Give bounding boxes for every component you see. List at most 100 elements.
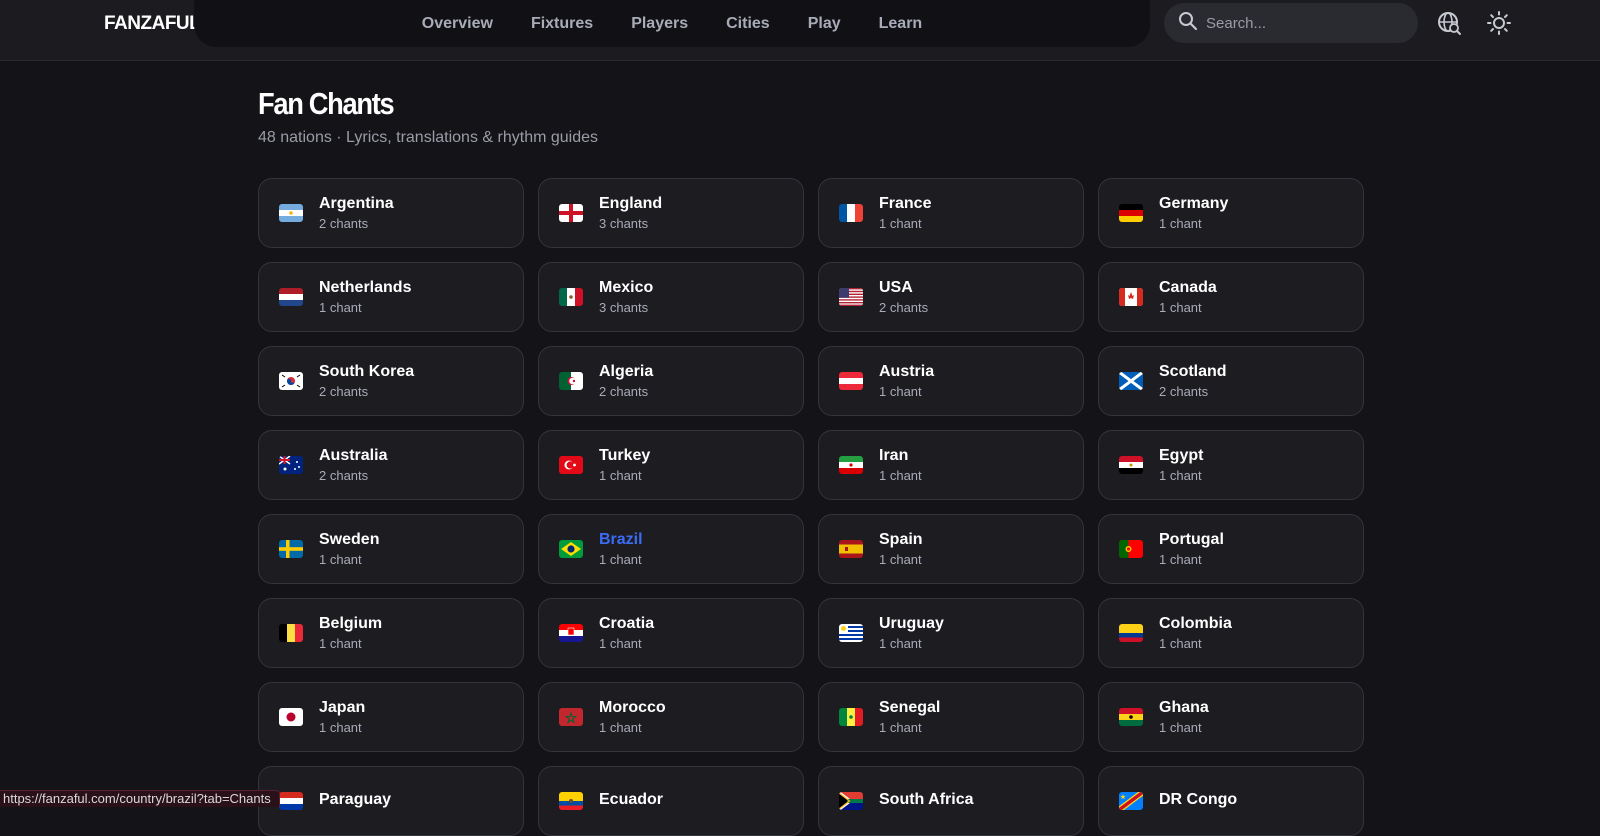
chant-count: 1 chant xyxy=(319,636,362,651)
country-card-text: Canada 1 chant xyxy=(1159,278,1217,316)
country-card-australia[interactable]: Australia 2 chants xyxy=(258,430,524,500)
country-card-text: Morocco 1 chant xyxy=(599,698,666,736)
country-card-text: Sweden 1 chant xyxy=(319,530,379,568)
australia-flag-icon xyxy=(279,456,303,474)
paraguay-flag-icon xyxy=(279,792,303,810)
page-subtitle: 48 nations · Lyrics, translations & rhyt… xyxy=(258,129,599,146)
country-card-austria[interactable]: Austria 1 chant xyxy=(818,346,1084,416)
country-card-morocco[interactable]: Morocco 1 chant xyxy=(538,682,804,752)
chant-count: 1 chant xyxy=(1159,720,1202,735)
netherlands-flag-icon xyxy=(279,288,303,306)
country-card-belgium[interactable]: Belgium 1 chant xyxy=(258,598,524,668)
chant-count: 1 chant xyxy=(1159,300,1202,315)
top-bar: FANZAFUL Overview Fixtures Players Citie… xyxy=(0,0,1600,61)
country-card-text: Argentina 2 chants xyxy=(319,194,394,232)
country-card-canada[interactable]: Canada 1 chant xyxy=(1098,262,1364,332)
country-card-text: Scotland 2 chants xyxy=(1159,362,1227,400)
country-card-text: Colombia 1 chant xyxy=(1159,614,1232,652)
country-name: Austria xyxy=(879,363,935,380)
country-card-paraguay[interactable]: Paraguay xyxy=(258,766,524,836)
country-card-scotland[interactable]: Scotland 2 chants xyxy=(1098,346,1364,416)
search-box[interactable] xyxy=(1164,3,1418,43)
globe-search-icon[interactable] xyxy=(1434,8,1464,38)
country-card-spain[interactable]: Spain 1 chant xyxy=(818,514,1084,584)
country-name: Belgium xyxy=(319,615,383,632)
nav-cities[interactable]: Cities xyxy=(707,0,789,47)
country-card-iran[interactable]: Iran 1 chant xyxy=(818,430,1084,500)
chant-count: 1 chant xyxy=(1159,468,1202,483)
croatia-flag-icon xyxy=(559,624,583,642)
country-card-croatia[interactable]: Croatia 1 chant xyxy=(538,598,804,668)
country-card-england[interactable]: England 3 chants xyxy=(538,178,804,248)
england-flag-icon xyxy=(559,204,583,222)
country-card-ghana[interactable]: Ghana 1 chant xyxy=(1098,682,1364,752)
country-card-ecuador[interactable]: Ecuador xyxy=(538,766,804,836)
country-card-text: DR Congo xyxy=(1159,790,1237,812)
logo[interactable]: FANZAFUL xyxy=(104,12,201,36)
country-card-colombia[interactable]: Colombia 1 chant xyxy=(1098,598,1364,668)
country-card-mexico[interactable]: Mexico 3 chants xyxy=(538,262,804,332)
country-card-turkey[interactable]: Turkey 1 chant xyxy=(538,430,804,500)
country-card-japan[interactable]: Japan 1 chant xyxy=(258,682,524,752)
country-name: Germany xyxy=(1159,195,1229,212)
turkey-flag-icon xyxy=(559,456,583,474)
country-card-south-africa[interactable]: South Africa xyxy=(818,766,1084,836)
ghana-flag-icon xyxy=(1119,708,1143,726)
chant-count: 2 chants xyxy=(1159,384,1209,399)
country-card-text: South Africa xyxy=(879,790,974,812)
country-grid: Argentina 2 chants England 3 chants France 1 … xyxy=(258,178,1364,836)
country-card-france[interactable]: France 1 chant xyxy=(818,178,1084,248)
country-card-text: Iran 1 chant xyxy=(879,446,922,484)
country-card-text: England 3 chants xyxy=(599,194,662,232)
main-nav: Overview Fixtures Players Cities Play Le… xyxy=(194,0,1150,47)
country-card-algeria[interactable]: Algeria 2 chants xyxy=(538,346,804,416)
country-card-brazil[interactable]: Brazil 1 chant xyxy=(538,514,804,584)
country-card-text: Australia 2 chants xyxy=(319,446,387,484)
chant-count: 3 chants xyxy=(599,300,649,315)
country-card-portugal[interactable]: Portugal 1 chant xyxy=(1098,514,1364,584)
country-name: Colombia xyxy=(1159,615,1232,632)
country-card-argentina[interactable]: Argentina 2 chants xyxy=(258,178,524,248)
country-name: South Africa xyxy=(879,791,974,808)
country-card-senegal[interactable]: Senegal 1 chant xyxy=(818,682,1084,752)
main-content: Fan Chants 48 nations · Lyrics, translat… xyxy=(258,84,1368,836)
country-card-dr-congo[interactable]: DR Congo xyxy=(1098,766,1364,836)
germany-flag-icon xyxy=(1119,204,1143,222)
chant-count: 1 chant xyxy=(319,552,362,567)
nav-players[interactable]: Players xyxy=(612,0,707,47)
country-card-usa[interactable]: USA 2 chants xyxy=(818,262,1084,332)
country-name: Mexico xyxy=(599,279,654,296)
country-name: Spain xyxy=(879,531,923,548)
uruguay-flag-icon xyxy=(839,624,863,642)
nav-play[interactable]: Play xyxy=(789,0,860,47)
nav-learn[interactable]: Learn xyxy=(860,0,942,47)
country-card-netherlands[interactable]: Netherlands 1 chant xyxy=(258,262,524,332)
nav-fixtures[interactable]: Fixtures xyxy=(512,0,612,47)
country-card-sweden[interactable]: Sweden 1 chant xyxy=(258,514,524,584)
chant-count: 1 chant xyxy=(879,552,922,567)
search-input[interactable] xyxy=(1204,13,1408,33)
chant-count: 1 chant xyxy=(599,552,642,567)
chant-count: 2 chants xyxy=(599,384,649,399)
chant-count: 2 chants xyxy=(319,216,369,231)
country-card-south-korea[interactable]: South Korea 2 chants xyxy=(258,346,524,416)
spain-flag-icon xyxy=(839,540,863,558)
country-card-egypt[interactable]: Egypt 1 chant xyxy=(1098,430,1364,500)
country-card-text: France 1 chant xyxy=(879,194,931,232)
country-card-text: Germany 1 chant xyxy=(1159,194,1228,232)
sun-icon[interactable] xyxy=(1484,8,1514,38)
sweden-flag-icon xyxy=(279,540,303,558)
country-name: Croatia xyxy=(599,615,655,632)
country-name: Australia xyxy=(319,447,388,464)
country-name: Ecuador xyxy=(599,791,664,808)
country-card-germany[interactable]: Germany 1 chant xyxy=(1098,178,1364,248)
scotland-flag-icon xyxy=(1119,372,1143,390)
country-card-text: Austria 1 chant xyxy=(879,362,934,400)
country-card-uruguay[interactable]: Uruguay 1 chant xyxy=(818,598,1084,668)
ecuador-flag-icon xyxy=(559,792,583,810)
austria-flag-icon xyxy=(839,372,863,390)
dr-congo-flag-icon xyxy=(1119,792,1143,810)
chant-count: 2 chants xyxy=(319,384,369,399)
nav-overview[interactable]: Overview xyxy=(403,0,512,47)
chant-count: 1 chant xyxy=(319,720,362,735)
